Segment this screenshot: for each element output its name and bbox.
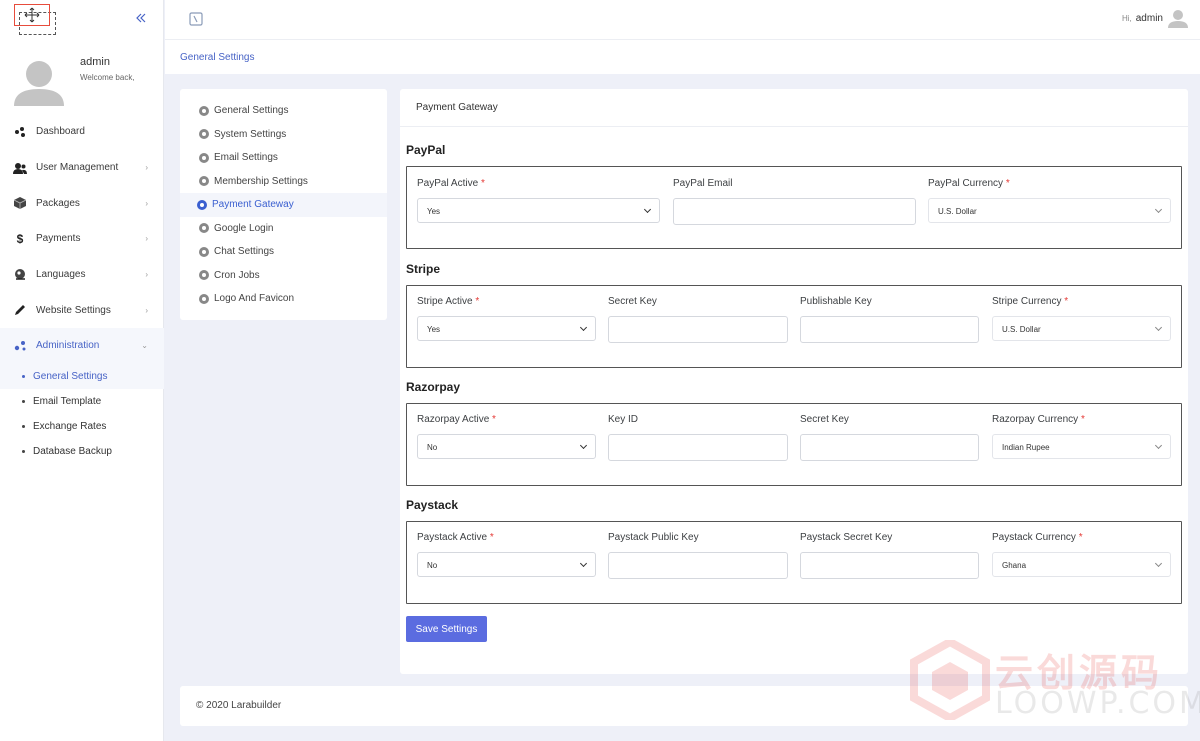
stripe-active-select[interactable]: Yes [417,316,596,341]
stripe-section: Stripe Active * Yes Secret Key Publishab… [406,285,1182,368]
razorpay-secret-key-field[interactable] [800,434,979,461]
bullet-icon [22,399,25,403]
user-profile: admin Welcome back, [0,52,164,112]
topbar: Hi, admin [165,0,1200,40]
sidebar-menu: Dashboard User Management › Packages › $… [0,114,164,464]
section-title-razorpay: Razorpay [406,380,461,394]
users-icon [13,161,27,175]
gear-icon [199,223,209,234]
settings-nav-email[interactable]: Email Settings [180,146,387,170]
section-title-paystack: Paystack [406,498,459,512]
settings-nav-membership[interactable]: Membership Settings [180,170,387,194]
card-title: Payment Gateway [400,89,1188,127]
welcome-text: Welcome back, [80,73,135,82]
settings-nav-general[interactable]: General Settings [180,99,387,123]
dollar-icon: $ [16,231,24,246]
paystack-secret-key-field[interactable] [800,552,979,579]
chevron-right-icon: › [145,234,148,244]
sidebar-item-packages[interactable]: Packages › [0,185,164,221]
languages-icon [13,268,27,282]
stripe-secret-key-field[interactable] [608,316,788,343]
breadcrumb: General Settings [165,40,1200,74]
sidebar-item-payments[interactable]: $ Payments › [0,221,164,257]
settings-nav: General Settings System Settings Email S… [180,89,387,320]
bullet-icon [22,374,25,378]
razorpay-active-select[interactable]: No [417,434,596,459]
settings-nav-payment-gateway[interactable]: Payment Gateway [180,193,387,217]
admin-icon [13,339,27,353]
settings-nav-system[interactable]: System Settings [180,123,387,147]
gear-icon [199,129,209,140]
submenu-item-general-settings[interactable]: General Settings [0,363,164,389]
paystack-currency-select[interactable]: Ghana [992,552,1171,577]
sidebar-item-dashboard[interactable]: Dashboard [0,114,164,150]
settings-nav-cron-jobs[interactable]: Cron Jobs [180,264,387,288]
profile-name: admin [80,56,110,68]
chevron-right-icon: › [145,305,148,315]
razorpay-section: Razorpay Active * No Key ID Secret Key R… [406,403,1182,486]
gear-icon [199,105,209,116]
sidebar-item-user-management[interactable]: User Management › [0,150,164,186]
submenu-item-exchange-rates[interactable]: Exchange Rates [0,414,164,439]
move-icon[interactable] [14,4,50,26]
paypal-email-field[interactable] [673,198,916,225]
chevron-right-icon: › [145,163,148,173]
settings-nav-chat[interactable]: Chat Settings [180,240,387,264]
administration-submenu: General Settings Email Template Exchange… [0,363,164,464]
bullet-icon [22,424,25,428]
submenu-item-email-template[interactable]: Email Template [0,389,164,414]
gear-icon [199,246,209,257]
footer: © 2020 Larabuilder [180,686,1188,726]
gear-icon [199,270,209,281]
sidebar-header [0,0,163,40]
sidebar-toggle-icon[interactable] [189,12,203,26]
paypal-active-select[interactable]: Yes [417,198,660,223]
user-greeting[interactable]: Hi, admin [1122,13,1163,24]
gear-icon [197,199,207,210]
package-icon [13,196,27,210]
copyright-text: © 2020 Larabuilder [196,700,282,711]
sidebar-item-website-settings[interactable]: Website Settings › [0,292,164,328]
settings-nav-logo-favicon[interactable]: Logo And Favicon [180,287,387,311]
avatar[interactable] [1168,8,1188,28]
razorpay-currency-select[interactable]: Indian Rupee [992,434,1171,459]
paystack-section: Paystack Active * No Paystack Public Key… [406,521,1182,604]
payment-gateway-card: Payment Gateway PayPal PayPal Active * Y… [400,89,1188,674]
dashboard-icon [13,125,27,139]
section-title-paypal: PayPal [406,143,446,157]
paypal-currency-select[interactable]: U.S. Dollar [928,198,1171,223]
paystack-active-select[interactable]: No [417,552,596,577]
chevron-right-icon: › [145,198,148,208]
sidebar-item-languages[interactable]: Languages › [0,257,164,293]
avatar[interactable] [14,56,64,106]
settings-nav-google-login[interactable]: Google Login [180,217,387,241]
stripe-currency-select[interactable]: U.S. Dollar [992,316,1171,341]
chevron-right-icon: › [145,270,148,280]
gear-icon [199,293,209,304]
sidebar-item-administration[interactable]: Administration ⌄ [0,328,164,364]
bullet-icon [22,449,25,453]
pen-icon [13,303,27,317]
paypal-section: PayPal Active * Yes PayPal Email PayPal … [406,166,1182,249]
gear-icon [199,176,209,187]
paystack-public-key-field[interactable] [608,552,788,579]
sidebar: admin Welcome back, Dashboard User Manag… [0,0,164,741]
chevron-down-icon: ⌄ [141,341,148,351]
gear-icon [199,152,209,163]
section-title-stripe: Stripe [406,262,441,276]
collapse-sidebar-icon[interactable] [134,11,148,25]
stripe-publishable-key-field[interactable] [800,316,979,343]
razorpay-key-id-field[interactable] [608,434,788,461]
breadcrumb-item[interactable]: General Settings [180,52,255,63]
save-settings-button[interactable]: Save Settings [406,616,487,642]
submenu-item-database-backup[interactable]: Database Backup [0,439,164,464]
